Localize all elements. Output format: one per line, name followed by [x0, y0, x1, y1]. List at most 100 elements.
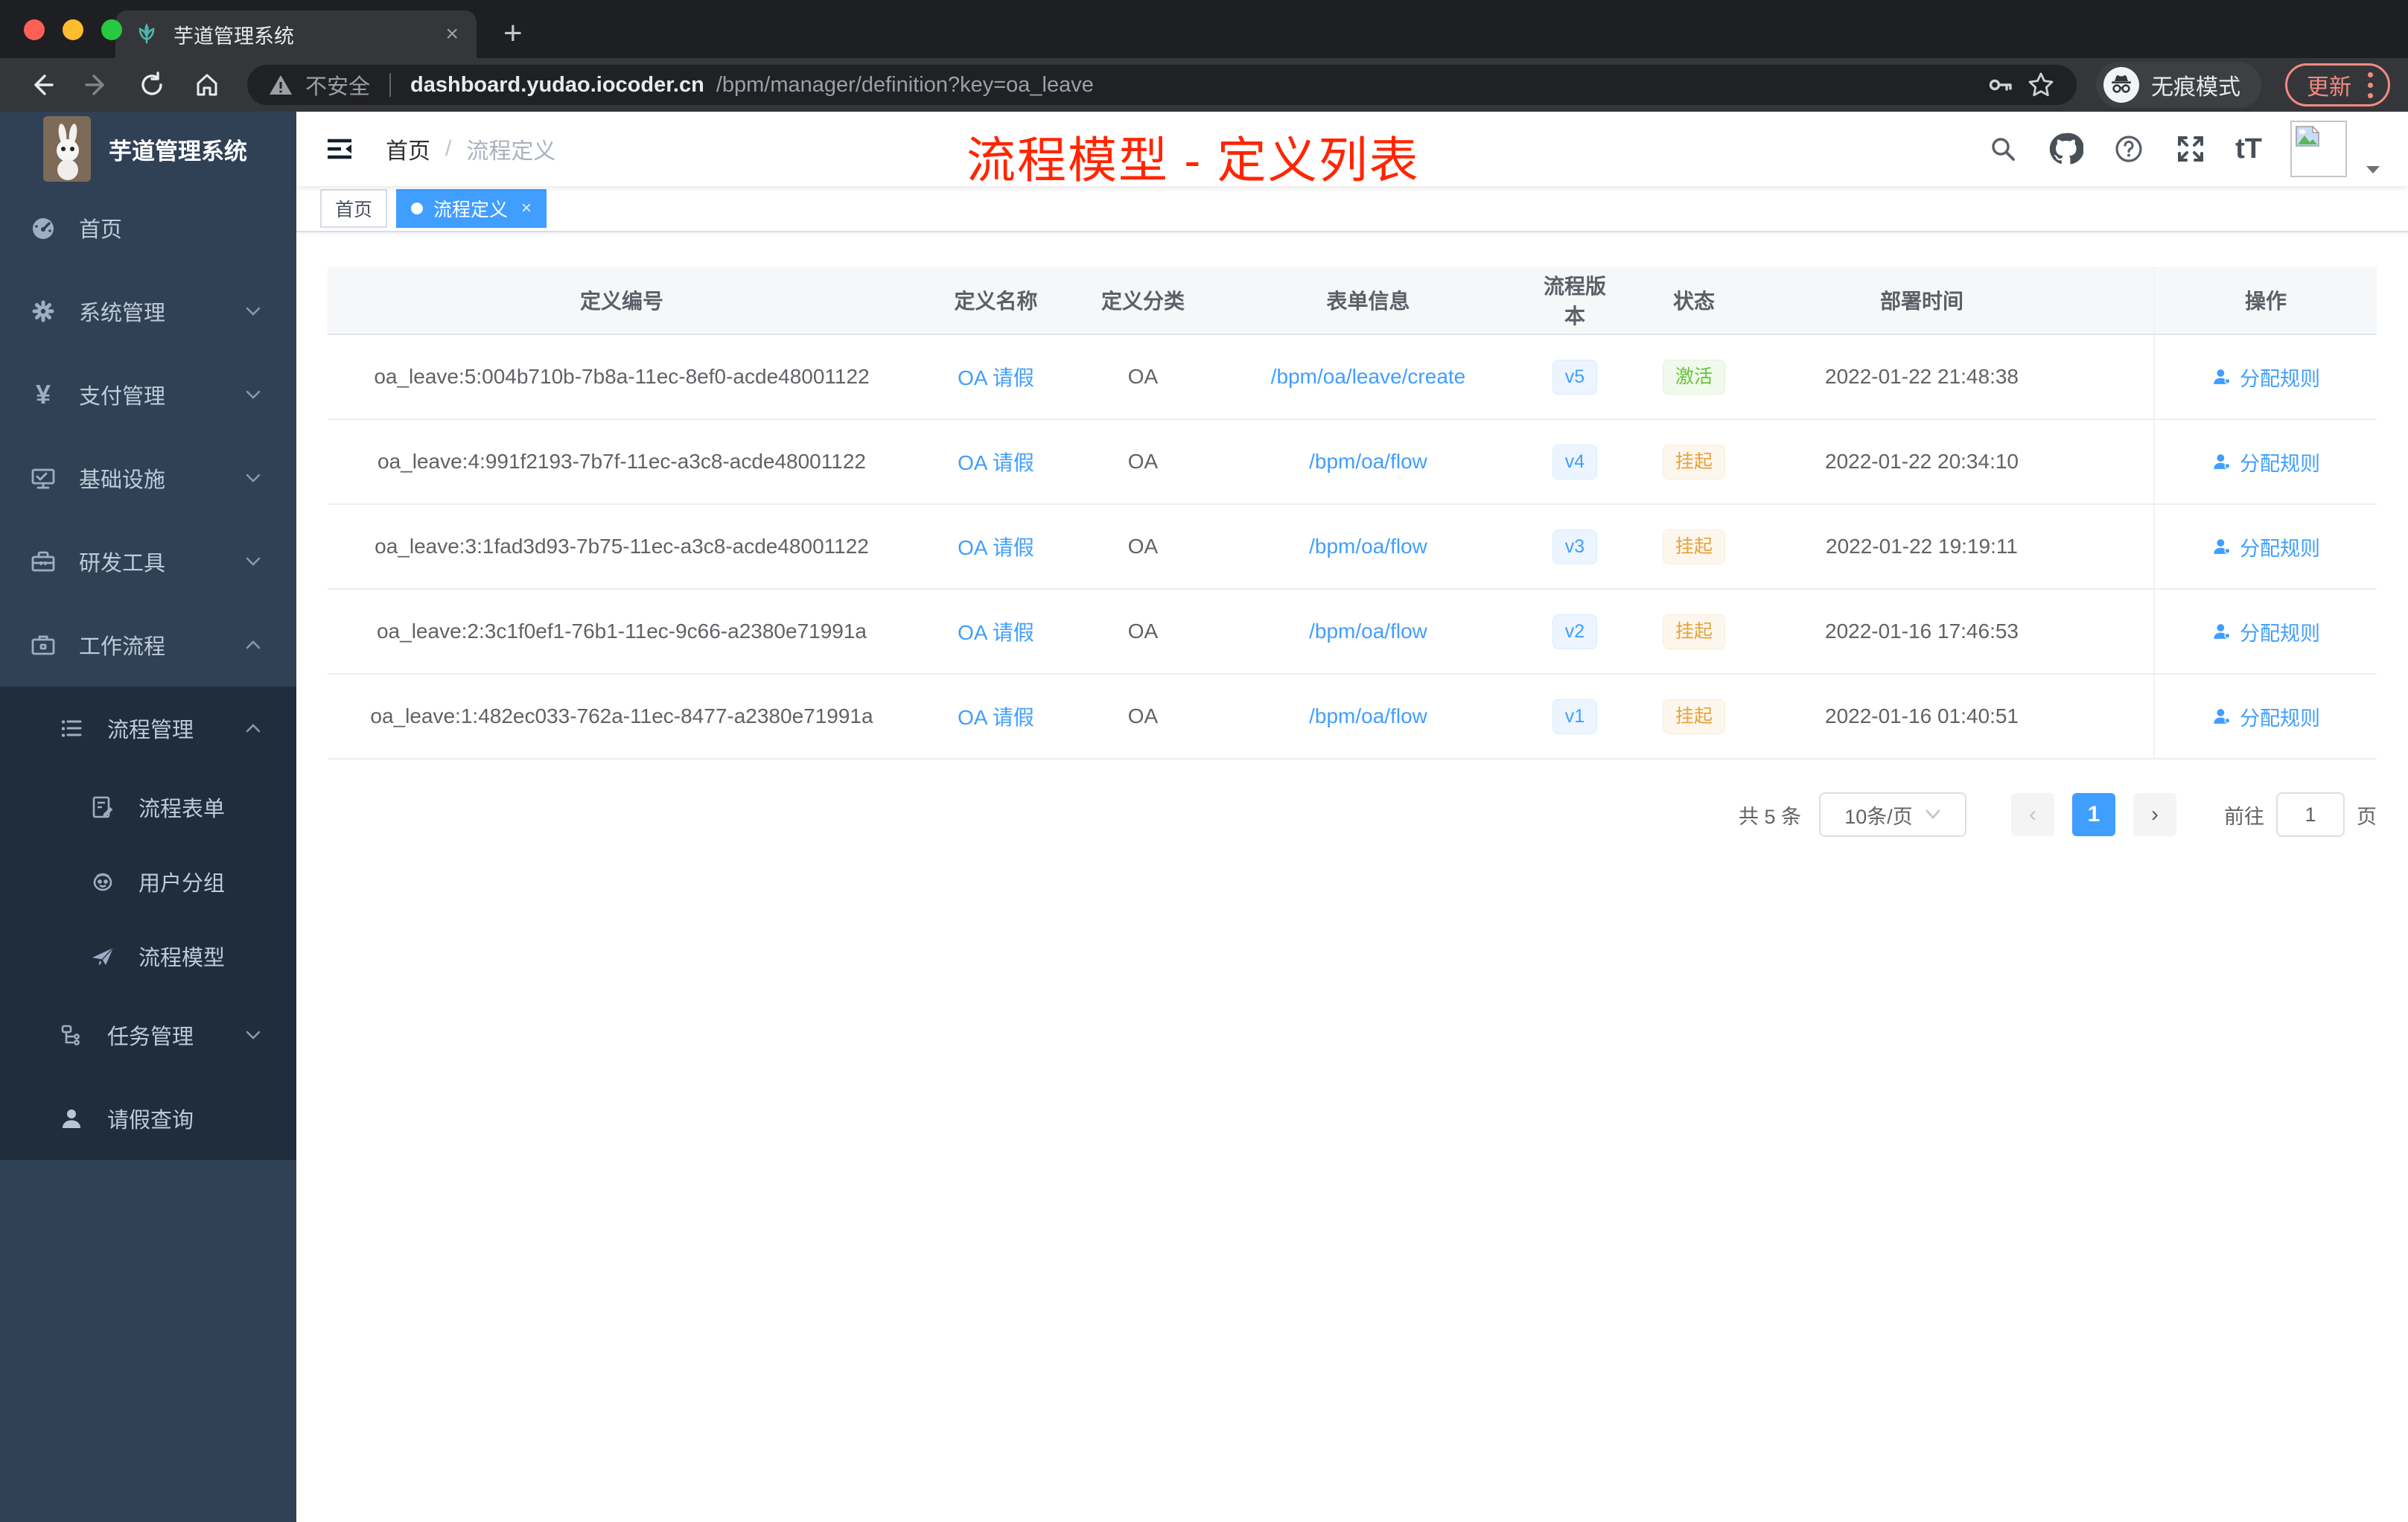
url-path: /bpm/manager/definition?key=oa_leave	[716, 72, 1094, 97]
sidebar-item-infrastructure[interactable]: 基础设施	[0, 436, 296, 520]
minimize-window-button[interactable]	[63, 19, 83, 40]
action-label: 分配规则	[2240, 367, 2320, 390]
breadcrumb-current: 流程定义	[466, 139, 556, 164]
sidebar-item-payment[interactable]: ¥ 支付管理	[0, 353, 296, 436]
tag-home[interactable]: 首页	[320, 189, 388, 228]
version-badge: v3	[1552, 529, 1598, 564]
breadcrumb-home[interactable]: 首页	[386, 133, 430, 165]
chevron-up-icon	[243, 718, 264, 739]
version-badge: v1	[1552, 698, 1598, 734]
goto-page-input[interactable]: 1	[2276, 792, 2345, 837]
sidebar-item-leave-query[interactable]: 请假查询	[0, 1077, 296, 1160]
sidebar-item-label: 系统管理	[79, 302, 166, 325]
deploy-time: 2022-01-16 17:46:53	[1825, 620, 2019, 643]
deploy-time: 2022-01-22 19:19:11	[1826, 535, 2018, 558]
sidebar-item-label: 工作流程	[79, 635, 166, 659]
url-bar[interactable]: 不安全 dashboard.yudao.iocoder.cn/bpm/manag…	[247, 65, 2077, 105]
hamburger-collapse-icon[interactable]	[323, 133, 356, 165]
security-label[interactable]: 不安全	[305, 69, 370, 101]
definition-name-link[interactable]: OA 请假	[958, 617, 1034, 646]
table-row: oa_leave:2:3c1f0ef1-76b1-11ec-9c66-a2380…	[328, 590, 2377, 675]
sidebar-item-home[interactable]: 首页	[0, 186, 296, 270]
total-count: 共 5 条	[1738, 805, 1801, 828]
definition-name-link[interactable]: OA 请假	[958, 447, 1034, 477]
paper-plane-icon	[89, 943, 116, 969]
sidebar-item-system[interactable]: 系统管理	[0, 270, 296, 353]
incognito-badge: 无痕模式	[2096, 62, 2261, 108]
robot-face-icon	[89, 868, 116, 895]
home-icon[interactable]	[183, 64, 231, 106]
definition-name-link[interactable]: OA 请假	[958, 701, 1034, 731]
sidebar-item-task-management[interactable]: 任务管理	[0, 993, 296, 1077]
update-label: 更新	[2307, 75, 2351, 100]
sidebar-item-user-group[interactable]: 用户分组	[0, 844, 296, 919]
definition-id: oa_leave:2:3c1f0ef1-76b1-11ec-9c66-a2380…	[376, 620, 867, 643]
search-icon[interactable]	[1987, 133, 2019, 165]
breadcrumb: 首页 / 流程定义	[386, 133, 555, 165]
tab-title: 芋道管理系统	[173, 25, 294, 48]
tag-label: 首页	[335, 200, 373, 220]
version-badge: v2	[1552, 614, 1598, 649]
sidebar-item-dev-tools[interactable]: 研发工具	[0, 520, 296, 603]
status-badge: 挂起	[1662, 698, 1725, 734]
definition-name-link[interactable]: OA 请假	[958, 532, 1034, 561]
reload-icon[interactable]	[128, 64, 176, 106]
fullscreen-icon[interactable]	[2174, 133, 2207, 165]
action-label: 分配规则	[2240, 622, 2320, 645]
github-icon[interactable]	[2048, 131, 2084, 167]
pagination: 共 5 条 10条/页 ‹ 1 › 前往 1 页	[328, 792, 2377, 837]
column-header: 定义名称	[954, 290, 1038, 313]
action-label: 分配规则	[2240, 707, 2320, 730]
sidebar-item-process-management[interactable]: 流程管理	[0, 687, 296, 770]
back-icon[interactable]	[18, 64, 66, 106]
page-size-select[interactable]: 10条/页	[1819, 792, 1966, 837]
form-link[interactable]: /bpm/oa/leave/create	[1271, 365, 1466, 389]
avatar-caret-down-icon[interactable]	[2365, 164, 2381, 177]
assign-rule-button[interactable]: 分配规则	[2211, 532, 2320, 561]
sidebar-item-process-form[interactable]: 流程表单	[0, 770, 296, 844]
new-tab-button[interactable]: +	[503, 15, 523, 52]
form-link[interactable]: /bpm/oa/flow	[1309, 450, 1427, 474]
browser-tab[interactable]: 芋道管理系统 ×	[115, 10, 477, 58]
prev-page-button[interactable]: ‹	[2011, 793, 2054, 836]
password-key-icon[interactable]	[1986, 71, 2014, 99]
sidebar-item-workflow[interactable]: 工作流程	[0, 603, 296, 687]
next-page-button[interactable]: ›	[2133, 793, 2176, 836]
column-header: 定义分类	[1101, 290, 1185, 313]
assign-rule-button[interactable]: 分配规则	[2211, 617, 2320, 646]
page-number-1[interactable]: 1	[2072, 793, 2115, 836]
table-row: oa_leave:4:991f2193-7b7f-11ec-a3c8-acde4…	[328, 420, 2377, 505]
active-dot	[411, 203, 424, 214]
list-icon	[58, 715, 85, 742]
assign-rule-button[interactable]: 分配规则	[2211, 448, 2320, 477]
help-icon[interactable]	[2112, 132, 2146, 166]
sidebar-item-label: 支付管理	[79, 385, 166, 409]
forward-icon[interactable]	[73, 64, 121, 106]
form-link[interactable]: /bpm/oa/flow	[1309, 704, 1427, 728]
bookmark-star-icon[interactable]	[2026, 70, 2056, 100]
gear-icon	[30, 298, 57, 325]
browser-menu-icon[interactable]	[2368, 71, 2373, 98]
definition-name-link[interactable]: OA 请假	[958, 362, 1034, 392]
update-button[interactable]: 更新	[2285, 63, 2390, 106]
close-window-button[interactable]	[24, 19, 45, 40]
avatar[interactable]	[2290, 121, 2347, 177]
status-badge: 激活	[1662, 359, 1725, 395]
maximize-window-button[interactable]	[101, 19, 122, 40]
screen: 芋道管理系统 × + 不安全 dashboard.yudao.iocoder.c…	[0, 0, 2408, 1522]
action-label: 分配规则	[2240, 452, 2320, 475]
deploy-time: 2022-01-22 21:48:38	[1825, 365, 2019, 388]
font-size-icon[interactable]: tT	[2235, 133, 2262, 165]
definition-table: 定义编号 定义名称 定义分类 表单信息 流程版本 状态 部署时间 操作 oa_l…	[328, 267, 2377, 760]
window-controls[interactable]	[24, 19, 122, 40]
tag-close-icon[interactable]: ×	[521, 198, 532, 219]
sidebar-item-label: 流程表单	[138, 797, 226, 821]
sidebar-item-process-model[interactable]: 流程模型	[0, 919, 296, 993]
tag-process-definition[interactable]: 流程定义 ×	[396, 189, 547, 228]
form-link[interactable]: /bpm/oa/flow	[1309, 535, 1427, 558]
form-link[interactable]: /bpm/oa/flow	[1309, 620, 1427, 643]
tab-close-icon[interactable]: ×	[445, 22, 459, 47]
assign-rule-button[interactable]: 分配规则	[2211, 363, 2320, 392]
browser-toolbar: 不安全 dashboard.yudao.iocoder.cn/bpm/manag…	[0, 58, 2408, 112]
assign-rule-button[interactable]: 分配规则	[2211, 702, 2320, 731]
